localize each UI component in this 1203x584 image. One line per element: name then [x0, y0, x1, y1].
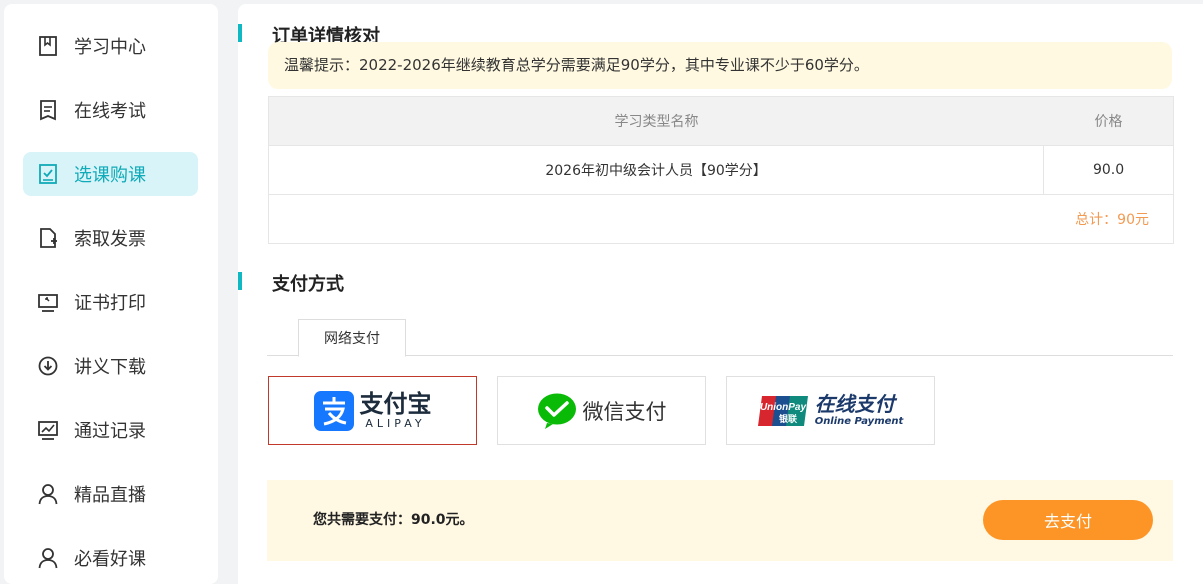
sidebar-item-label: 索取发票	[74, 229, 146, 250]
course-name-cell: 2026年初中级会计人员【90学分】	[545, 163, 767, 179]
invoice-add-icon	[38, 227, 58, 249]
exam-paper-icon	[38, 99, 58, 121]
order-total: 总计：90元	[269, 194, 1173, 243]
unionpay-logo-icon: UnionPay 银联	[757, 395, 808, 426]
sidebar-item-pass-record[interactable]: 通过记录	[23, 408, 198, 452]
tip-banner: 温馨提示：2022-2026年继续教育总学分需要满足90学分，其中专业课不少于6…	[268, 42, 1172, 89]
order-table: 学习类型名称 价格 2026年初中级会计人员【90学分】 90.0 总计：90元	[268, 96, 1174, 244]
sidebar-item-handout-download[interactable]: 讲义下载	[23, 344, 198, 388]
alipay-label: 支付宝	[359, 390, 432, 418]
sidebar-item-certificate-print[interactable]: 证书打印	[23, 280, 198, 324]
sidebar-item-online-exam[interactable]: 在线考试	[23, 88, 198, 132]
amount-due-text: 您共需要支付：90.0元。	[313, 512, 474, 528]
sidebar-item-label: 选课购课	[74, 165, 146, 186]
pay-button[interactable]: 去支付	[983, 500, 1153, 540]
alipay-sublabel: ALIPAY	[365, 417, 426, 430]
sidebar-item-label: 精品直播	[74, 485, 146, 506]
chart-record-icon	[38, 419, 58, 441]
payment-summary-box: 您共需要支付：90.0元。 去支付	[267, 480, 1173, 561]
sidebar-item-must-watch[interactable]: 必看好课	[23, 536, 198, 580]
alipay-option[interactable]: 支付宝 ALIPAY	[268, 376, 477, 445]
sidebar: 学习中心 在线考试 选课购课 索取发票 证书打印 讲义下载 通过记录 精品直播 …	[4, 4, 218, 584]
sidebar-item-label: 讲义下载	[74, 357, 146, 378]
column-header-price: 价格	[1094, 114, 1123, 130]
sidebar-item-label: 必看好课	[74, 549, 146, 570]
section-accent-bar	[238, 272, 242, 290]
sidebar-item-study-center[interactable]: 学习中心	[23, 24, 198, 68]
certificate-icon	[38, 291, 58, 313]
alipay-text: 支付宝 ALIPAY	[360, 391, 432, 430]
wechat-label: 微信支付	[582, 399, 667, 424]
sidebar-item-label: 在线考试	[74, 101, 146, 122]
payment-section-title: 支付方式	[272, 274, 344, 295]
section-accent-bar	[238, 24, 242, 42]
sidebar-item-select-course[interactable]: 选课购课	[23, 152, 198, 196]
unionpay-brand-sub: 银联	[779, 413, 798, 425]
wechat-logo-icon	[537, 393, 576, 429]
sidebar-item-label: 学习中心	[74, 37, 146, 58]
checkbox-icon	[38, 163, 58, 185]
column-header-name: 学习类型名称	[614, 114, 699, 130]
unionpay-text: 在线支付 Online Payment	[815, 393, 904, 428]
book-icon	[38, 35, 58, 57]
unionpay-sublabel: Online Payment	[814, 416, 904, 427]
main-panel: 订单详情核对 温馨提示：2022-2026年继续教育总学分需要满足90学分，其中…	[238, 4, 1203, 584]
user-icon	[38, 547, 58, 569]
sidebar-item-label: 通过记录	[74, 421, 146, 442]
table-header-row: 学习类型名称 价格	[269, 97, 1173, 145]
sidebar-item-live[interactable]: 精品直播	[23, 472, 198, 516]
unionpay-brand-text: UnionPay	[760, 402, 807, 413]
sidebar-item-invoice[interactable]: 索取发票	[23, 216, 198, 260]
user-icon	[38, 483, 58, 505]
price-cell: 90.0	[1043, 146, 1173, 194]
table-row: 2026年初中级会计人员【90学分】 90.0	[269, 145, 1173, 194]
alipay-logo-icon	[313, 390, 354, 431]
wechat-pay-option[interactable]: 微信支付	[497, 376, 706, 445]
unionpay-label: 在线支付	[814, 392, 895, 416]
download-icon	[38, 355, 58, 377]
sidebar-item-label: 证书打印	[74, 293, 146, 314]
tab-online-payment[interactable]: 网络支付	[298, 319, 406, 357]
unionpay-option[interactable]: UnionPay 银联 在线支付 Online Payment	[726, 376, 935, 445]
